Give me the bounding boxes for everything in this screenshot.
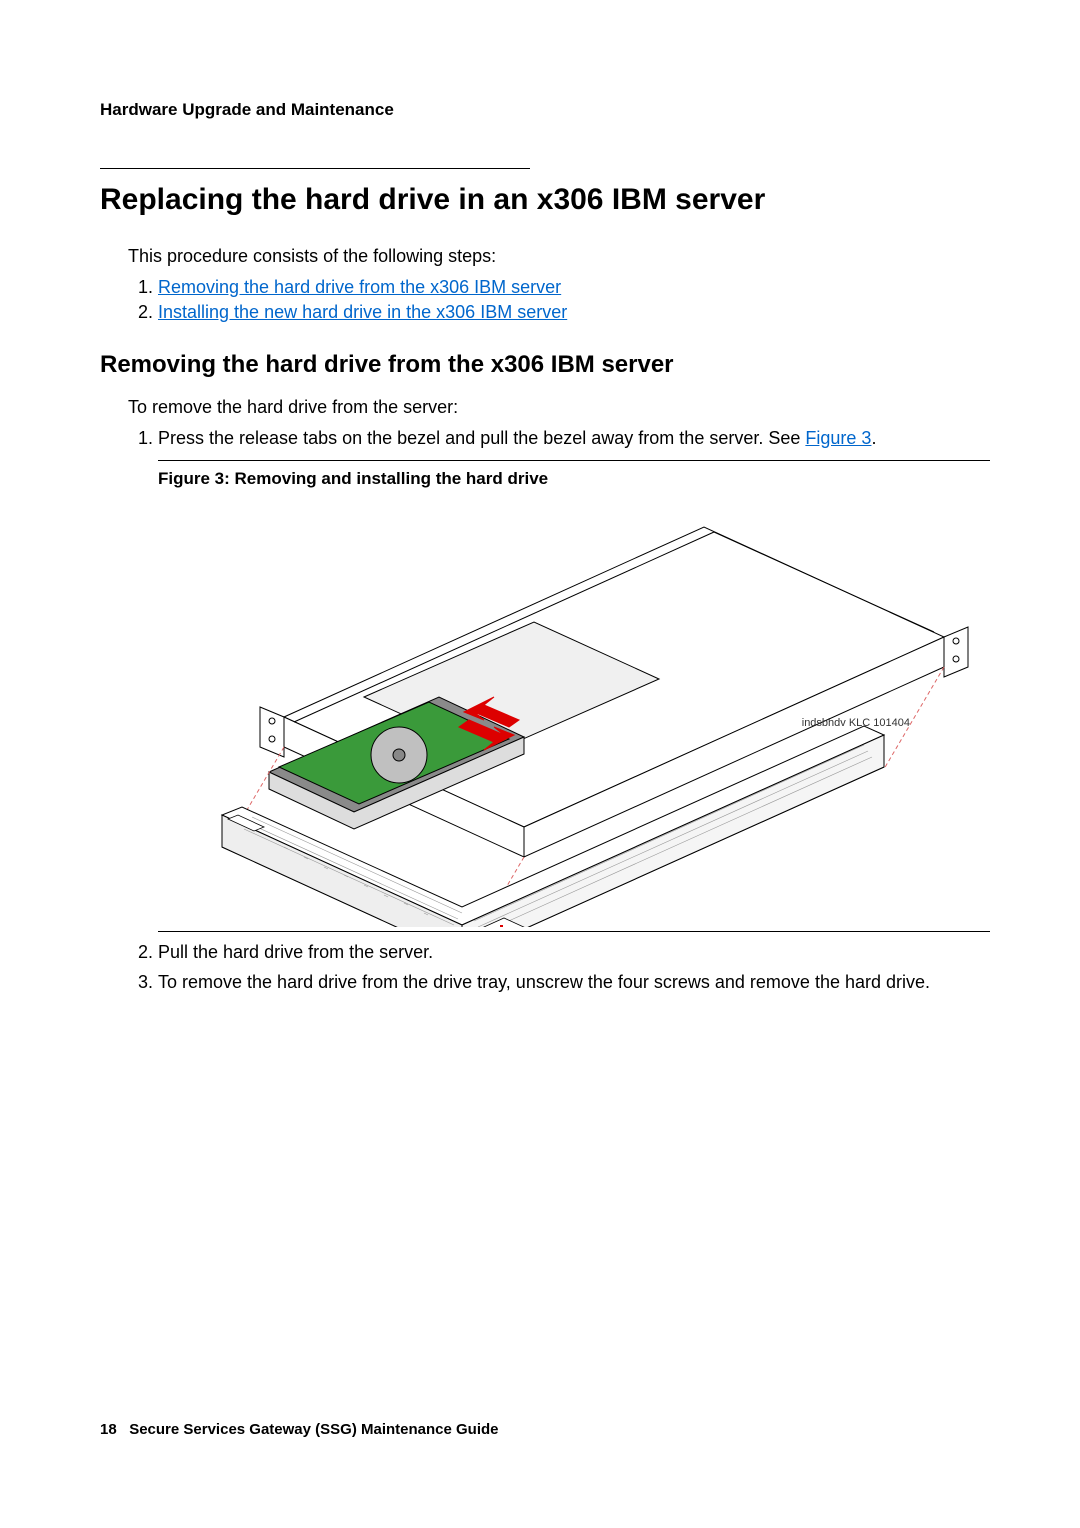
procedure-steps-list: Removing the hard drive from the x306 IB… [158,277,990,323]
figure-image: indsbhdv KLC 101404 [158,497,990,927]
link-removing-hard-drive[interactable]: Removing the hard drive from the x306 IB… [158,277,561,297]
figure-top-rule [158,460,990,461]
running-header: Hardware Upgrade and Maintenance [100,100,990,120]
title-rule [100,168,530,169]
figure-credit: indsbhdv KLC 101404 [802,717,910,729]
step1-text: Press the release tabs on the bezel and … [158,428,805,448]
remove-procedure-list-cont: Pull the hard drive from the server. To … [158,940,990,995]
section-heading: Removing the hard drive from the x306 IB… [100,351,990,379]
page-container: Hardware Upgrade and Maintenance Replaci… [0,0,1080,1528]
figure-bottom-rule [158,931,990,932]
intro-text: This procedure consists of the following… [128,246,990,267]
link-figure-3[interactable]: Figure 3 [805,428,871,448]
footer-doc-title: Secure Services Gateway (SSG) Maintenanc… [129,1421,498,1438]
remove-procedure-list: Press the release tabs on the bezel and … [158,426,990,450]
step-link-item: Removing the hard drive from the x306 IB… [158,277,990,298]
figure-block: Figure 3: Removing and installing the ha… [158,460,990,932]
figure-caption: Figure 3: Removing and installing the ha… [158,469,990,489]
link-installing-hard-drive[interactable]: Installing the new hard drive in the x30… [158,302,567,322]
step1-suffix: . [871,428,876,448]
section-lead: To remove the hard drive from the server… [128,397,990,418]
step-link-item: Installing the new hard drive in the x30… [158,302,990,323]
page-number: 18 [100,1421,117,1438]
procedure-step-3: To remove the hard drive from the drive … [158,970,990,994]
procedure-step-1: Press the release tabs on the bezel and … [158,426,990,450]
server-diagram [158,497,990,927]
procedure-step-2: Pull the hard drive from the server. [158,940,990,964]
page-footer: 18 Secure Services Gateway (SSG) Mainten… [100,1421,499,1438]
page-title: Replacing the hard drive in an x306 IBM … [100,183,990,218]
